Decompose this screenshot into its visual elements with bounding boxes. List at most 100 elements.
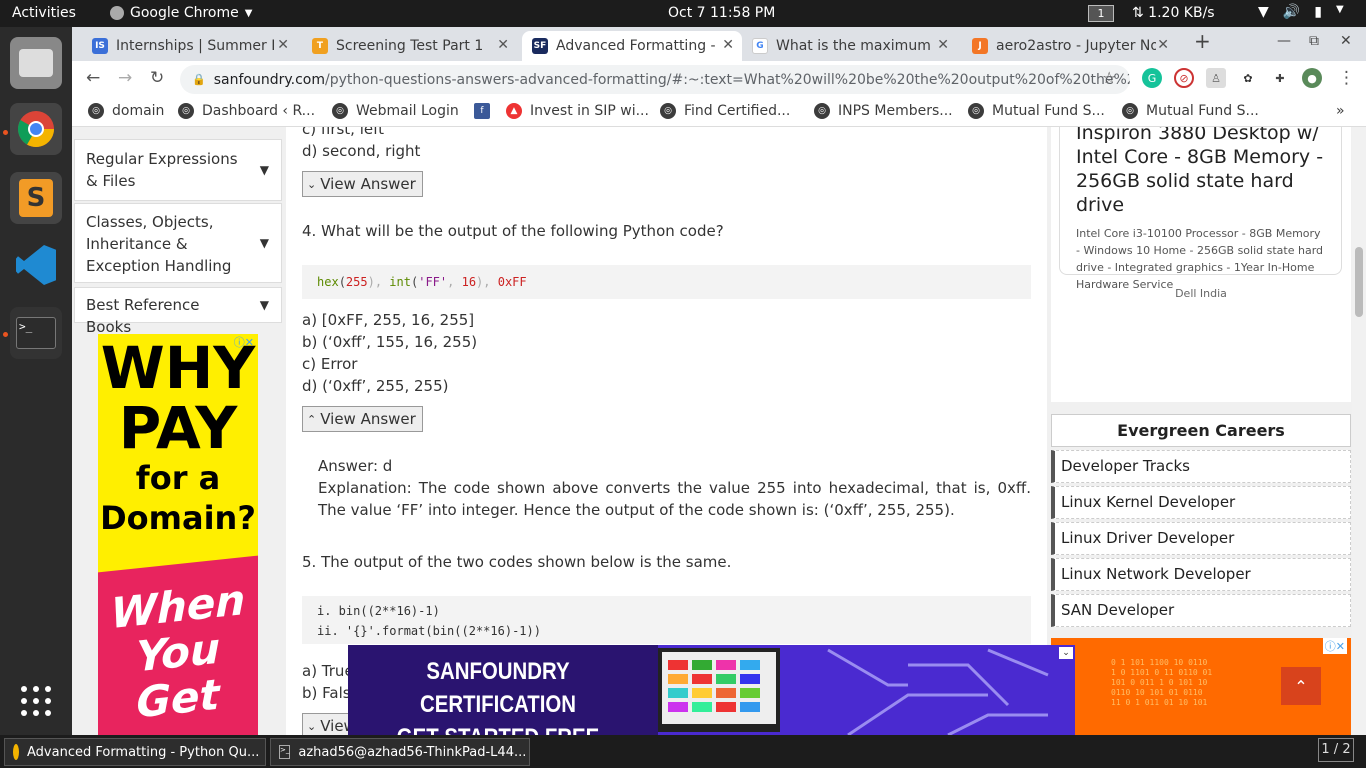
maximize-button[interactable]: ⧉ (1309, 33, 1319, 49)
option-text: d) (‘0xff’, 255, 255) (302, 377, 449, 395)
product-title: Inspiron 3880 Desktop w/ Intel Core - 8G… (1076, 127, 1324, 216)
option-text: a) [0xFF, 255, 16, 255] (302, 311, 475, 329)
chevron-down-icon: ▼ (259, 298, 269, 312)
extension-icon[interactable]: ✿ (1238, 68, 1258, 88)
bookmark-item[interactable]: ◎ Mutual Fund S... (968, 103, 1105, 119)
bookmark-item[interactable]: ◎ Webmail Login (332, 103, 459, 119)
workspace-pager[interactable]: 1 / 2 (1318, 738, 1354, 762)
bookmark-label: domain (112, 103, 165, 119)
bookmark-item[interactable]: ◎ Find Certified... (660, 103, 790, 119)
globe-icon: ◎ (332, 103, 348, 119)
answer-text: Answer: d (318, 457, 393, 475)
orange-advertisement[interactable]: ⓘ✕ 0 1 101 1100 10 0110 1 0 1101 0 11 011… (1051, 638, 1351, 735)
globe-icon: ◎ (88, 103, 104, 119)
ad-info-icon[interactable]: ⓘ✕ (234, 334, 254, 350)
workspace-indicator[interactable]: 1 (1088, 5, 1114, 22)
extension-icon[interactable]: ♙ (1206, 68, 1226, 88)
close-icon[interactable]: ✕ (277, 37, 289, 53)
activities-button[interactable]: Activities (12, 5, 76, 21)
new-tab-button[interactable]: + (1194, 29, 1211, 53)
files-app-icon[interactable] (10, 37, 62, 89)
tab-jupyter[interactable]: J aero2astro - Jupyter No ✕ (962, 31, 1177, 61)
career-link[interactable]: SAN Developer (1051, 594, 1351, 627)
facebook-icon: f (474, 103, 490, 119)
option-text: c) Error (302, 355, 358, 373)
scrollbar-thumb[interactable] (1355, 247, 1363, 317)
bookmark-label: Mutual Fund S... (1146, 103, 1259, 119)
tab-internships[interactable]: IS Internships | Summer In ✕ (82, 31, 297, 61)
show-applications-icon[interactable] (10, 675, 62, 727)
more-options-icon[interactable]: ⋮ (1338, 68, 1355, 88)
ad-headline: PAY (118, 394, 238, 462)
grammarly-extension-icon[interactable]: G (1142, 68, 1162, 88)
back-button[interactable]: ← (86, 68, 100, 88)
tab-google-search[interactable]: G What is the maximum po ✕ (742, 31, 957, 61)
reload-button[interactable]: ↻ (150, 68, 164, 88)
option-text: c) first, left (302, 127, 385, 138)
career-link[interactable]: Linux Network Developer (1051, 558, 1351, 591)
profile-avatar[interactable]: ● (1302, 68, 1322, 88)
collapse-banner-icon[interactable]: ⌄ (1059, 647, 1073, 659)
minimize-button[interactable]: — (1277, 33, 1291, 49)
volume-icon: 🔊 (1282, 4, 1301, 20)
sidebar-item-best-reference-books[interactable]: Best Reference Books ▼ (74, 287, 282, 336)
bookmark-item[interactable]: ◎ domain (88, 103, 164, 119)
banner-line: GET STARTED FREE (371, 721, 626, 735)
browser-toolbar: ← → ↻ 🔒 sanfoundry.com /python-questions… (72, 61, 1366, 97)
product-brand: Dell India (1175, 287, 1227, 300)
evergreen-careers-widget: Evergreen Careers Developer Tracks Linux… (1051, 414, 1351, 627)
domain-advertisement[interactable]: ⓘ✕ WHY PAY for a Domain? When You Get (98, 334, 258, 735)
career-link[interactable]: Linux Kernel Developer (1051, 486, 1351, 519)
sidebar-item-label: Classes, Objects, Inheritance & Exceptio… (86, 213, 232, 275)
web-page: Regular Expressions & Files ▼ Classes, O… (72, 127, 1366, 735)
bookmark-item[interactable]: ▲ Invest in SIP wi... (506, 103, 649, 119)
app-menu[interactable]: Google Chrome ▼ (110, 5, 252, 21)
terminal-icon[interactable]: >_ (10, 307, 62, 359)
url-host: sanfoundry.com (213, 71, 325, 88)
bookmark-item[interactable]: ◎ INPS Members... (814, 103, 953, 119)
tab-screening-test[interactable]: T Screening Test Part 1 ✕ (302, 31, 517, 61)
bookmark-item[interactable]: f (474, 103, 490, 119)
forward-button[interactable]: → (118, 68, 132, 88)
ad-info-icon[interactable]: ⓘ✕ (1322, 638, 1347, 654)
chrome-app-icon[interactable] (10, 103, 62, 155)
career-link[interactable]: Developer Tracks (1051, 450, 1351, 483)
close-icon[interactable]: ✕ (722, 37, 734, 53)
chevron-down-icon: ▼ (1335, 4, 1344, 15)
bookmark-star-icon[interactable]: ☆ (1102, 68, 1116, 87)
system-indicators[interactable]: ▼ 🔊 ▮ ▼ (1258, 4, 1344, 20)
lock-icon: 🔒 (192, 73, 206, 86)
chevron-up-icon: ⌃ (307, 412, 317, 426)
bookmark-item[interactable]: ◎ Dashboard ‹ R... (178, 103, 315, 119)
question-4: 4. What will be the output of the follow… (302, 222, 724, 240)
taskbar-item-terminal[interactable]: >_ azhad56@azhad56-ThinkPad-L44... (270, 738, 530, 766)
close-icon[interactable]: ✕ (497, 37, 509, 53)
bookmark-item[interactable]: ◎ Mutual Fund S... (1122, 103, 1259, 119)
clock[interactable]: Oct 7 11:58 PM (668, 5, 775, 21)
extension-icon[interactable]: ⊘ (1174, 68, 1194, 88)
tab-advanced-formatting[interactable]: SF Advanced Formatting - P ✕ (522, 31, 742, 61)
puzzle-extensions-icon[interactable]: ✚ (1270, 68, 1290, 88)
address-bar[interactable]: 🔒 sanfoundry.com /python-questions-answe… (180, 65, 1130, 94)
tab-title: Advanced Formatting - P (556, 38, 716, 54)
option-text: d) second, right (302, 142, 421, 160)
more-bookmarks-icon[interactable]: » (1336, 103, 1345, 119)
vscode-icon[interactable] (10, 239, 62, 291)
close-window-button[interactable]: ✕ (1340, 33, 1352, 49)
career-link[interactable]: Linux Driver Developer (1051, 522, 1351, 555)
view-answer-button[interactable]: ⌄ View Answer (302, 171, 423, 197)
page-scrollbar[interactable] (1352, 127, 1366, 735)
sidebar-item-classes-objects[interactable]: Classes, Objects, Inheritance & Exceptio… (74, 203, 282, 283)
sublime-text-icon[interactable]: S (10, 172, 62, 224)
bookmark-label: Find Certified... (684, 103, 791, 119)
product-card[interactable]: Inspiron 3880 Desktop w/ Intel Core - 8G… (1059, 127, 1342, 291)
close-icon[interactable]: ✕ (937, 37, 949, 53)
scroll-to-top-button[interactable]: ⌃ (1281, 667, 1321, 705)
view-answer-button[interactable]: ⌃ View Answer (302, 406, 423, 432)
close-icon[interactable]: ✕ (1157, 37, 1169, 53)
sidebar-item-regular-expressions[interactable]: Regular Expressions & Files ▼ (74, 139, 282, 201)
certification-banner-ad[interactable]: SANFOUNDRY CERTIFICATION GET STARTED FRE… (348, 645, 1075, 735)
taskbar-item-chrome[interactable]: Advanced Formatting - Python Qu... (4, 738, 266, 766)
product-advertisement[interactable]: Inspiron 3880 Desktop w/ Intel Core - 8G… (1051, 127, 1351, 402)
terminal-icon: >_ (279, 745, 291, 759)
